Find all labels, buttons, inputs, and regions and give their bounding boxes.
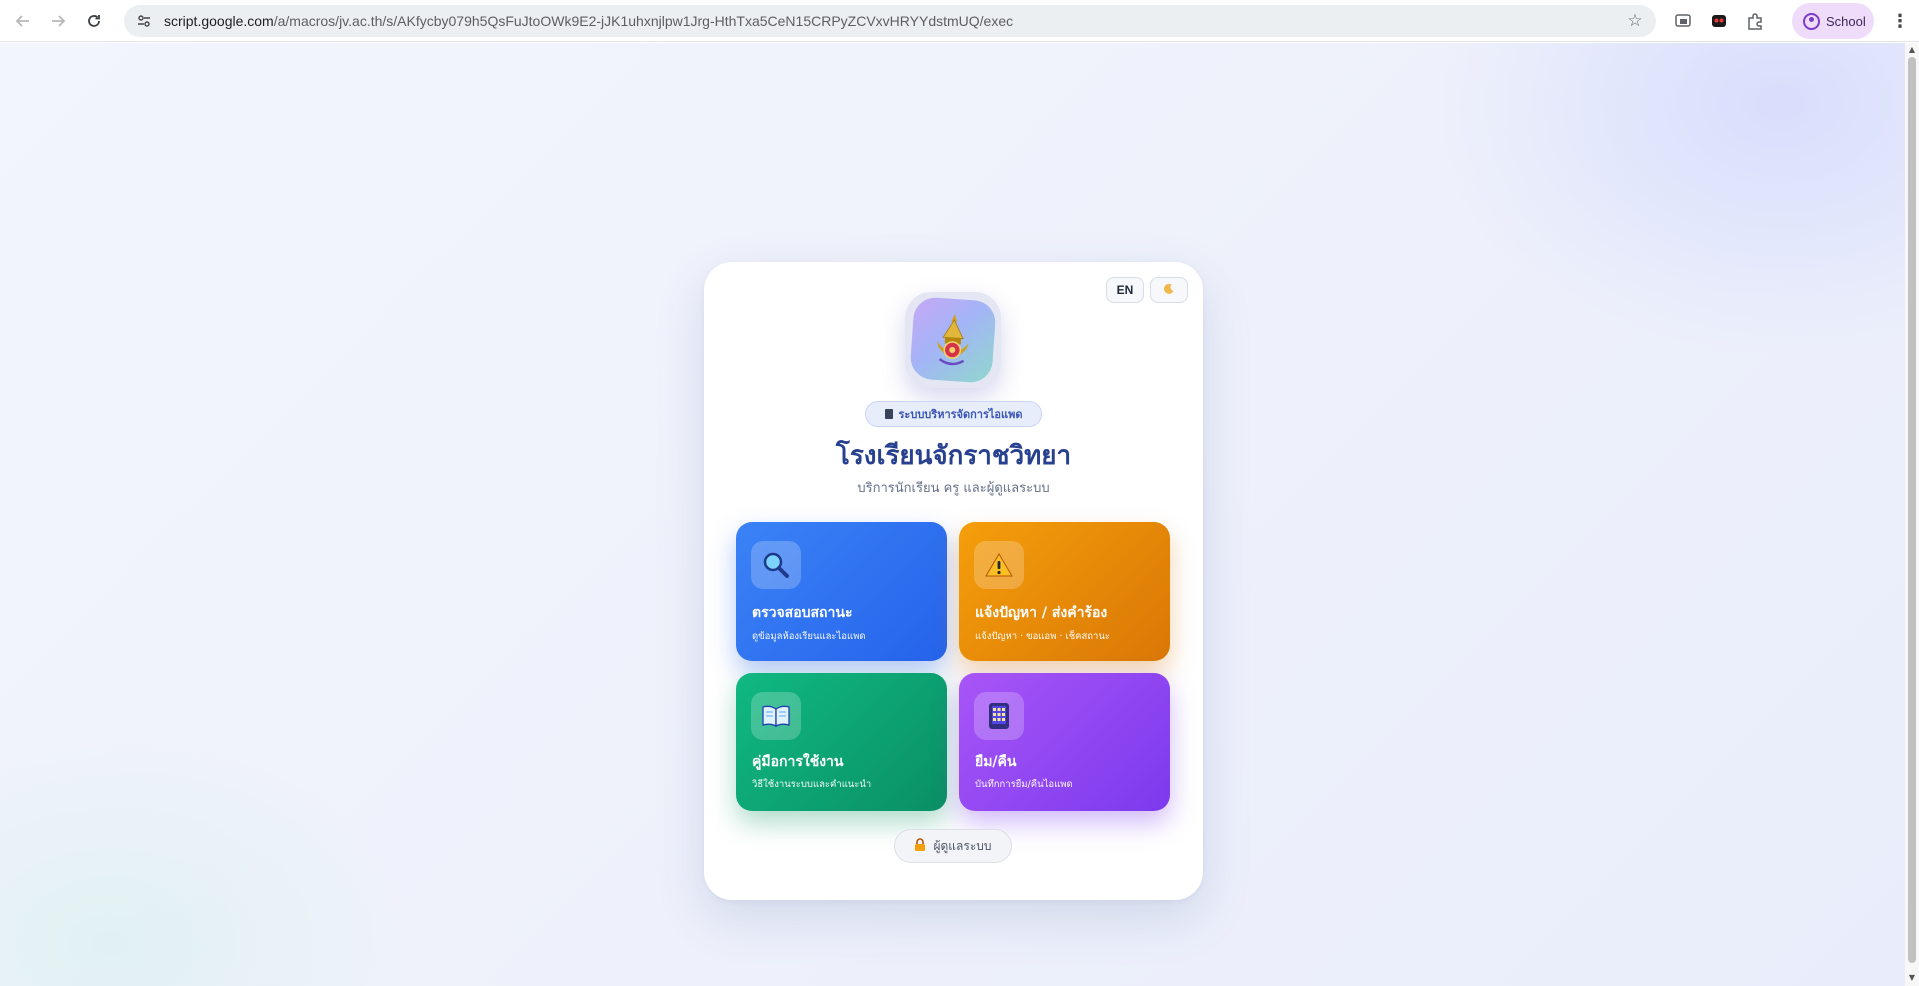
bookmark-star-icon[interactable]: ☆: [1624, 10, 1646, 32]
puzzle-icon[interactable]: [1743, 9, 1767, 33]
warning-icon: [974, 541, 1024, 589]
profile-chip[interactable]: School: [1792, 3, 1874, 39]
tablet-icon: [974, 692, 1024, 740]
extension-icon[interactable]: [1707, 9, 1731, 33]
profile-icon: [1803, 12, 1820, 30]
reload-icon[interactable]: [81, 8, 107, 34]
tile-subtitle: แจ้งปัญหา · ขอแอพ · เช็คสถานะ: [975, 631, 1110, 642]
main-card: EN ระบบบริหารจัดการไอแพด โรงเรียนจักราชว…: [704, 262, 1203, 900]
page-scrollbar[interactable]: ▲ ▼: [1905, 43, 1919, 986]
school-emblem-icon: [909, 296, 997, 384]
system-badge-label: ระบบบริหารจัดการไอแพด: [898, 408, 1023, 421]
tile-title: คู่มือการใช้งาน: [752, 754, 844, 770]
page-title: โรงเรียนจักราชวิทยา: [835, 441, 1072, 471]
back-icon[interactable]: [10, 8, 36, 34]
scroll-down-icon[interactable]: ▼: [1908, 974, 1916, 982]
url-text[interactable]: script.google.com/a/macros/jv.ac.th/s/AK…: [164, 13, 1013, 29]
admin-login-button[interactable]: ผู้ดูแลระบบ: [894, 829, 1012, 863]
borrow-return-tile[interactable]: ยืม/คืน บันทึกการยืม/คืนไอแพด: [959, 673, 1170, 811]
page-viewport: EN ระบบบริหารจัดการไอแพด โรงเรียนจักราชว…: [0, 43, 1905, 986]
url-path: /a/macros/jv.ac.th/s/AKfycby079h5QsFuJto…: [273, 13, 1014, 29]
user-guide-tile[interactable]: คู่มือการใช้งาน วิธีใช้งานระบบและคำแนะนำ: [736, 673, 947, 811]
admin-button-label: ผู้ดูแลระบบ: [933, 838, 992, 853]
tile-title: ตรวจสอบสถานะ: [752, 605, 853, 621]
report-issue-tile[interactable]: แจ้งปัญหา / ส่งคำร้อง แจ้งปัญหา · ขอแอพ …: [959, 522, 1170, 661]
system-badge: ระบบบริหารจัดการไอแพด: [865, 401, 1042, 427]
tile-subtitle: บันทึกการยืม/คืนไอแพด: [975, 779, 1073, 790]
tile-title: แจ้งปัญหา / ส่งคำร้อง: [975, 605, 1108, 621]
url-host: script.google.com: [164, 13, 274, 29]
magnifier-icon: [751, 541, 801, 589]
cast-icon[interactable]: [1671, 9, 1695, 33]
profile-label: School: [1826, 13, 1866, 29]
theme-toggle-button[interactable]: [1150, 277, 1188, 303]
page-subtitle: บริการนักเรียน ครู และผู้ดูแลระบบ: [857, 481, 1050, 496]
scroll-thumb[interactable]: [1908, 57, 1916, 963]
tile-title: ยืม/คืน: [975, 754, 1017, 770]
school-logo: [905, 292, 1001, 388]
moon-icon: [1163, 283, 1175, 298]
tile-subtitle: วิธีใช้งานระบบและคำแนะนำ: [752, 779, 872, 790]
book-icon: [884, 409, 893, 419]
open-book-icon: [751, 692, 801, 740]
menu-kebab-icon[interactable]: ⋮: [1888, 9, 1912, 33]
site-info-icon[interactable]: [130, 7, 158, 35]
language-toggle-button[interactable]: EN: [1106, 277, 1144, 303]
lock-icon: [914, 838, 926, 854]
check-status-tile[interactable]: ตรวจสอบสถานะ ดูข้อมูลห้องเรียนและไอแพด: [736, 522, 947, 661]
tile-subtitle: ดูข้อมูลห้องเรียนและไอแพด: [752, 631, 866, 642]
forward-icon[interactable]: [45, 8, 71, 34]
address-bar[interactable]: script.google.com/a/macros/jv.ac.th/s/AK…: [124, 5, 1656, 37]
browser-toolbar: script.google.com/a/macros/jv.ac.th/s/AK…: [0, 0, 1919, 42]
scroll-up-icon[interactable]: ▲: [1908, 46, 1916, 54]
